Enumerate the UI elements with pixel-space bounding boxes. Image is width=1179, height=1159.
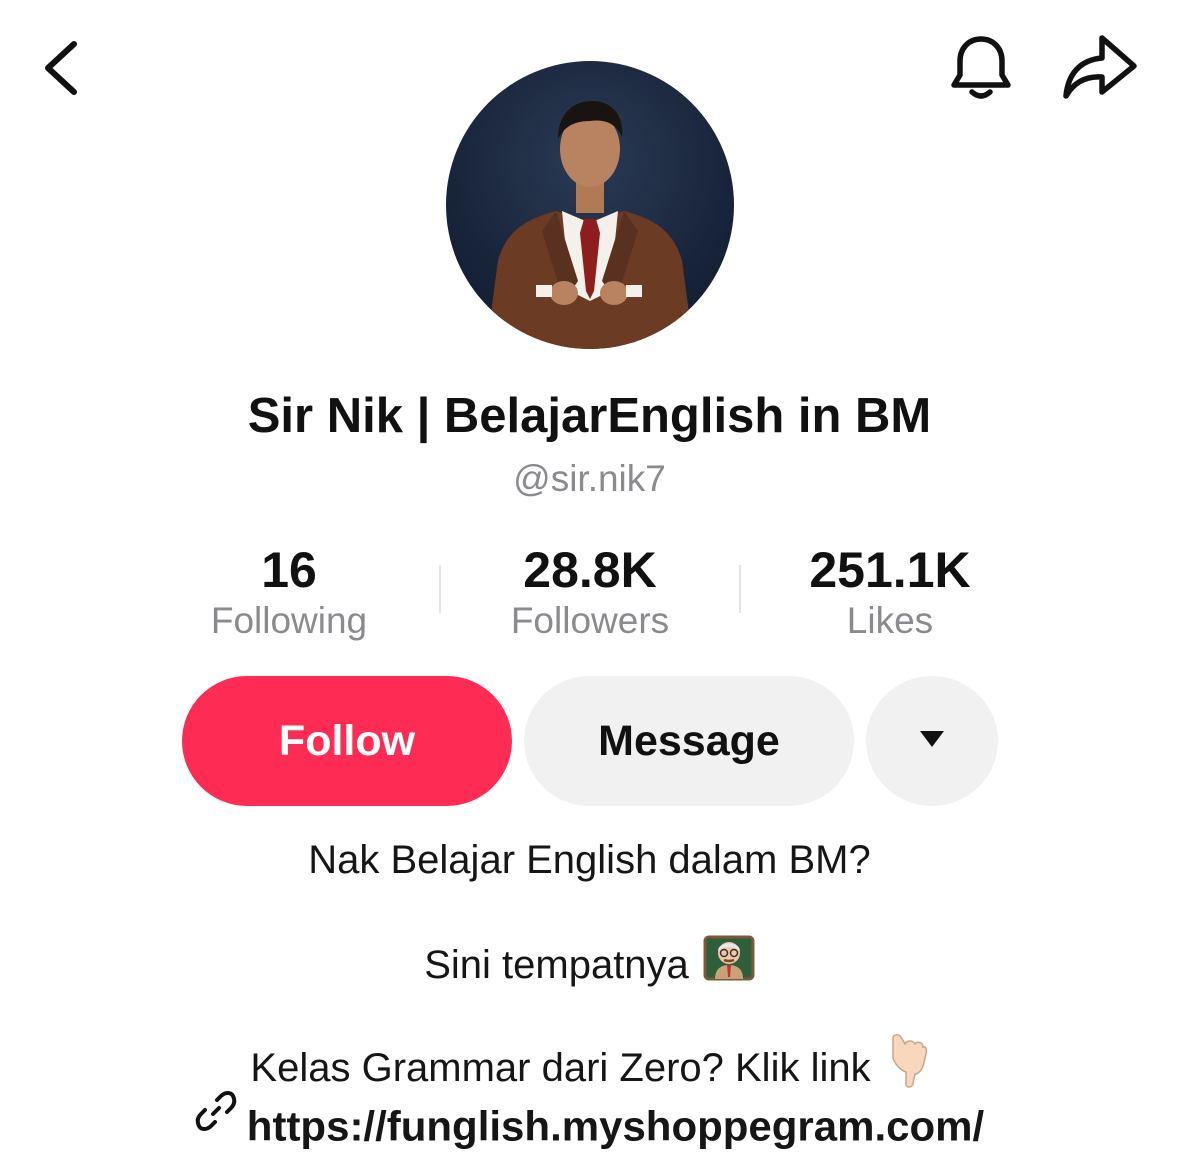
followers-label: Followers [510, 600, 670, 641]
message-button[interactable]: Message [524, 676, 854, 806]
following-count: 16 [261, 542, 317, 598]
username: @sir.nik7 [513, 458, 666, 499]
followers-count: 28.8K [523, 542, 657, 598]
more-options-button[interactable] [866, 676, 998, 806]
following-label: Following [210, 600, 368, 641]
avatar[interactable] [446, 61, 734, 349]
follow-button[interactable]: Follow [182, 676, 512, 806]
share-arrow-icon[interactable] [1058, 30, 1142, 104]
bio-text: Kelas Grammar dari Zero? Klik link [250, 1046, 871, 1091]
following-stat[interactable]: 16 Following [139, 540, 439, 642]
likes-stat[interactable]: 251.1K Likes [740, 540, 1040, 642]
bio-text: Nak Belajar English dalam BM? [308, 838, 871, 882]
bio-line: Sini tempatnya [0, 935, 1179, 1000]
display-name: Sir Nik | BelajarEnglish in BM [247, 389, 932, 443]
pointing-down-emoji-icon [885, 1032, 929, 1101]
link-url: https://funglish.myshoppegram.com/ [246, 1102, 985, 1150]
link-icon [195, 1090, 237, 1155]
bio-line: Nak Belajar English dalam BM? [0, 834, 1179, 886]
profile-link[interactable]: https://funglish.myshoppegram.com/ [0, 1091, 1179, 1159]
teacher-emoji-icon [703, 931, 755, 996]
caret-down-icon [918, 729, 946, 754]
likes-label: Likes [846, 600, 934, 641]
likes-count: 251.1K [809, 542, 971, 598]
chevron-left-icon[interactable] [34, 36, 90, 100]
bell-icon[interactable] [944, 30, 1018, 104]
bio-text: Sini tempatnya [424, 943, 689, 988]
followers-stat[interactable]: 28.8K Followers [440, 540, 740, 642]
